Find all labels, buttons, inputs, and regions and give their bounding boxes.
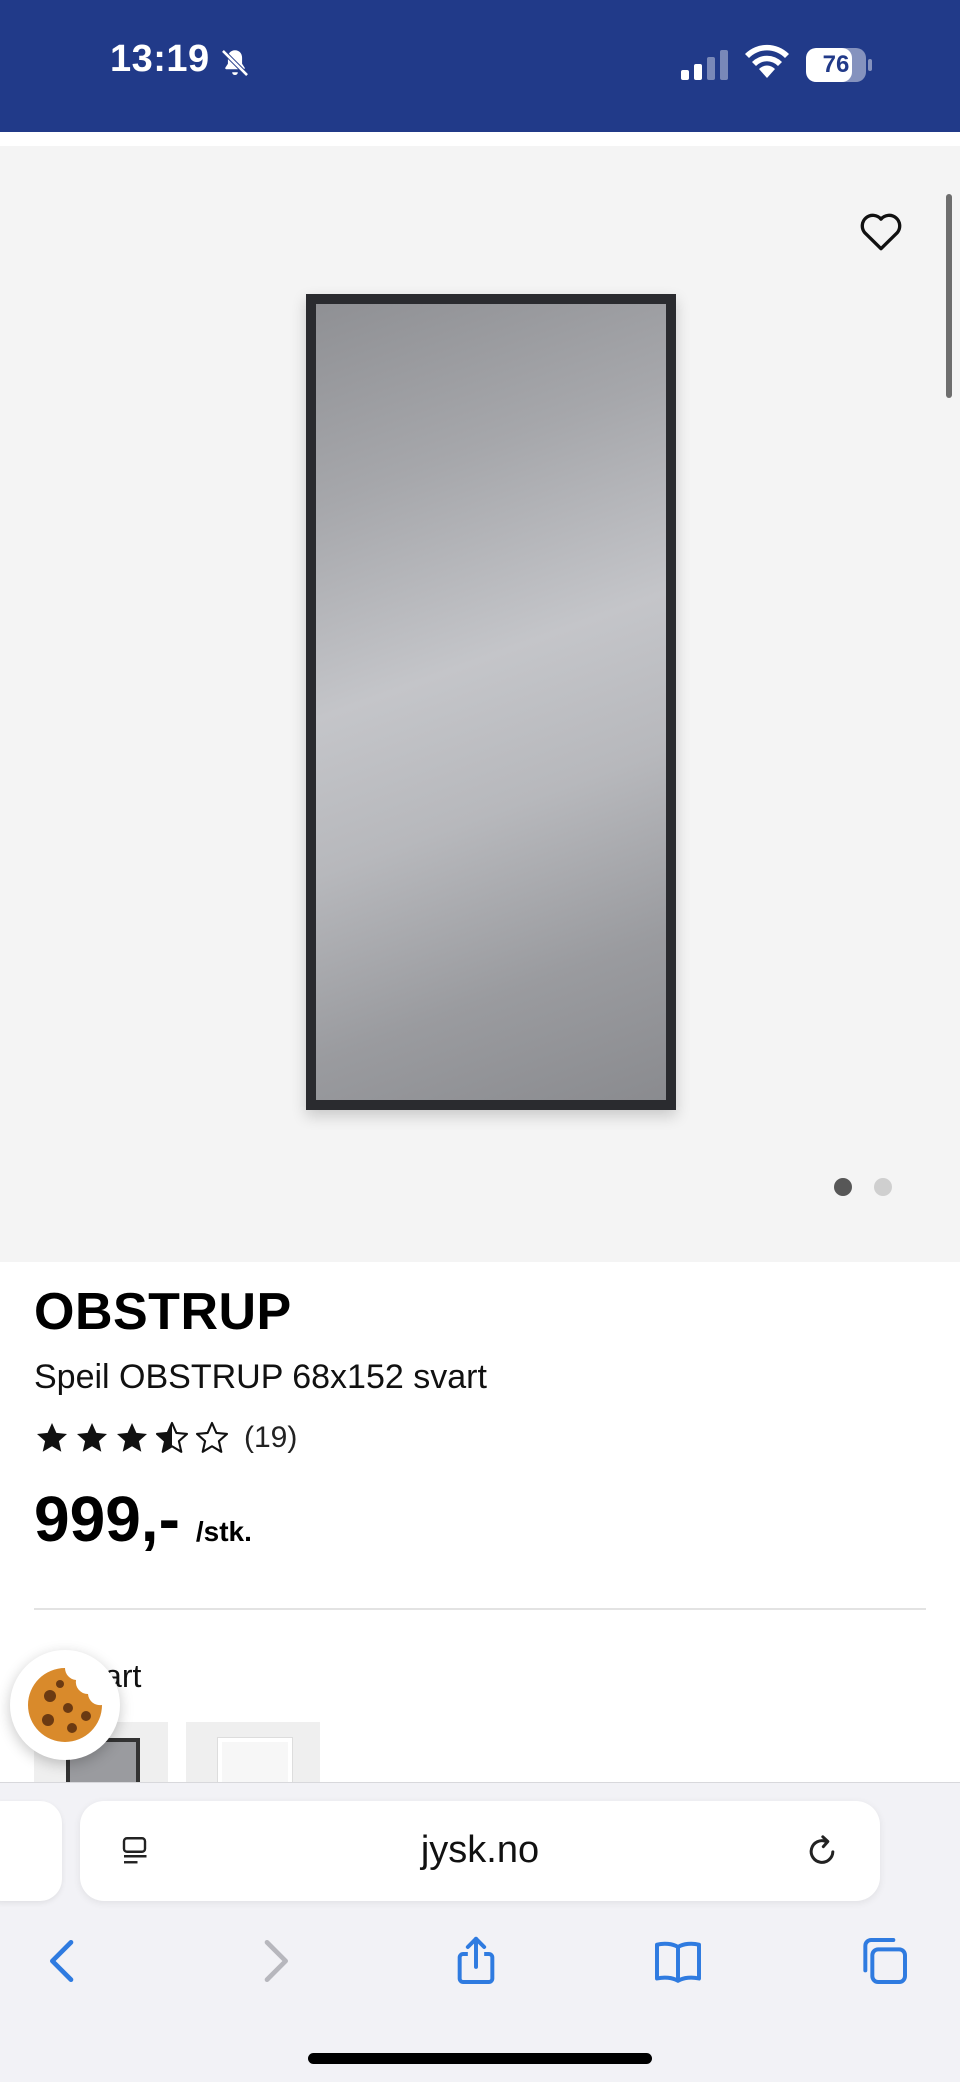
product-brand: OBSTRUP — [34, 1283, 292, 1341]
product-name: Speil OBSTRUP 68x152 svart — [34, 1358, 487, 1396]
star-empty-icon — [195, 1421, 229, 1453]
back-chevron-icon[interactable] — [36, 1933, 92, 1989]
battery-level: 76 — [822, 51, 850, 78]
star-full-icon — [37, 1423, 67, 1452]
signal-icon — [681, 50, 728, 80]
battery-icon: 76 — [806, 48, 872, 82]
url-text[interactable]: jysk.no — [80, 1829, 880, 1872]
star-full-icon — [117, 1423, 147, 1452]
price-value: 999,- — [34, 1483, 180, 1555]
price-unit: /stk. — [195, 1516, 252, 1547]
bookmarks-icon[interactable] — [650, 1933, 706, 1989]
share-icon[interactable] — [448, 1933, 504, 1989]
wifi-icon — [745, 44, 789, 78]
home-indicator — [308, 2053, 652, 2064]
heart-icon[interactable] — [856, 206, 906, 256]
cookie-consent-button[interactable] — [10, 1650, 120, 1760]
product-rating[interactable]: (19) — [34, 1418, 297, 1458]
product-image-gallery[interactable] — [0, 146, 960, 1262]
star-full-icon — [77, 1423, 107, 1452]
review-count[interactable]: (19) — [244, 1421, 297, 1455]
scrollbar[interactable] — [946, 194, 952, 398]
forward-chevron-icon[interactable] — [246, 1933, 302, 1989]
status-bar: 13:19 76 — [0, 0, 960, 132]
address-bar[interactable]: jysk.no — [80, 1801, 880, 1901]
star-half-icon — [155, 1421, 189, 1453]
status-time: 13:19 — [110, 38, 210, 80]
price: 999,- /stk. — [34, 1482, 252, 1556]
product-image — [306, 294, 676, 1110]
browser-toolbar: jysk.no — [0, 1782, 960, 2082]
divider — [34, 1608, 926, 1610]
reload-icon[interactable] — [802, 1831, 842, 1871]
cookie-icon — [28, 1668, 102, 1742]
bell-muted-icon — [221, 49, 249, 77]
previous-tab-pill[interactable] — [0, 1801, 62, 1901]
carousel-dot-2[interactable] — [874, 1178, 892, 1196]
tabs-icon[interactable] — [856, 1933, 912, 1989]
carousel-dot-1[interactable] — [834, 1178, 852, 1196]
color-swatch-white[interactable] — [186, 1722, 320, 1782]
